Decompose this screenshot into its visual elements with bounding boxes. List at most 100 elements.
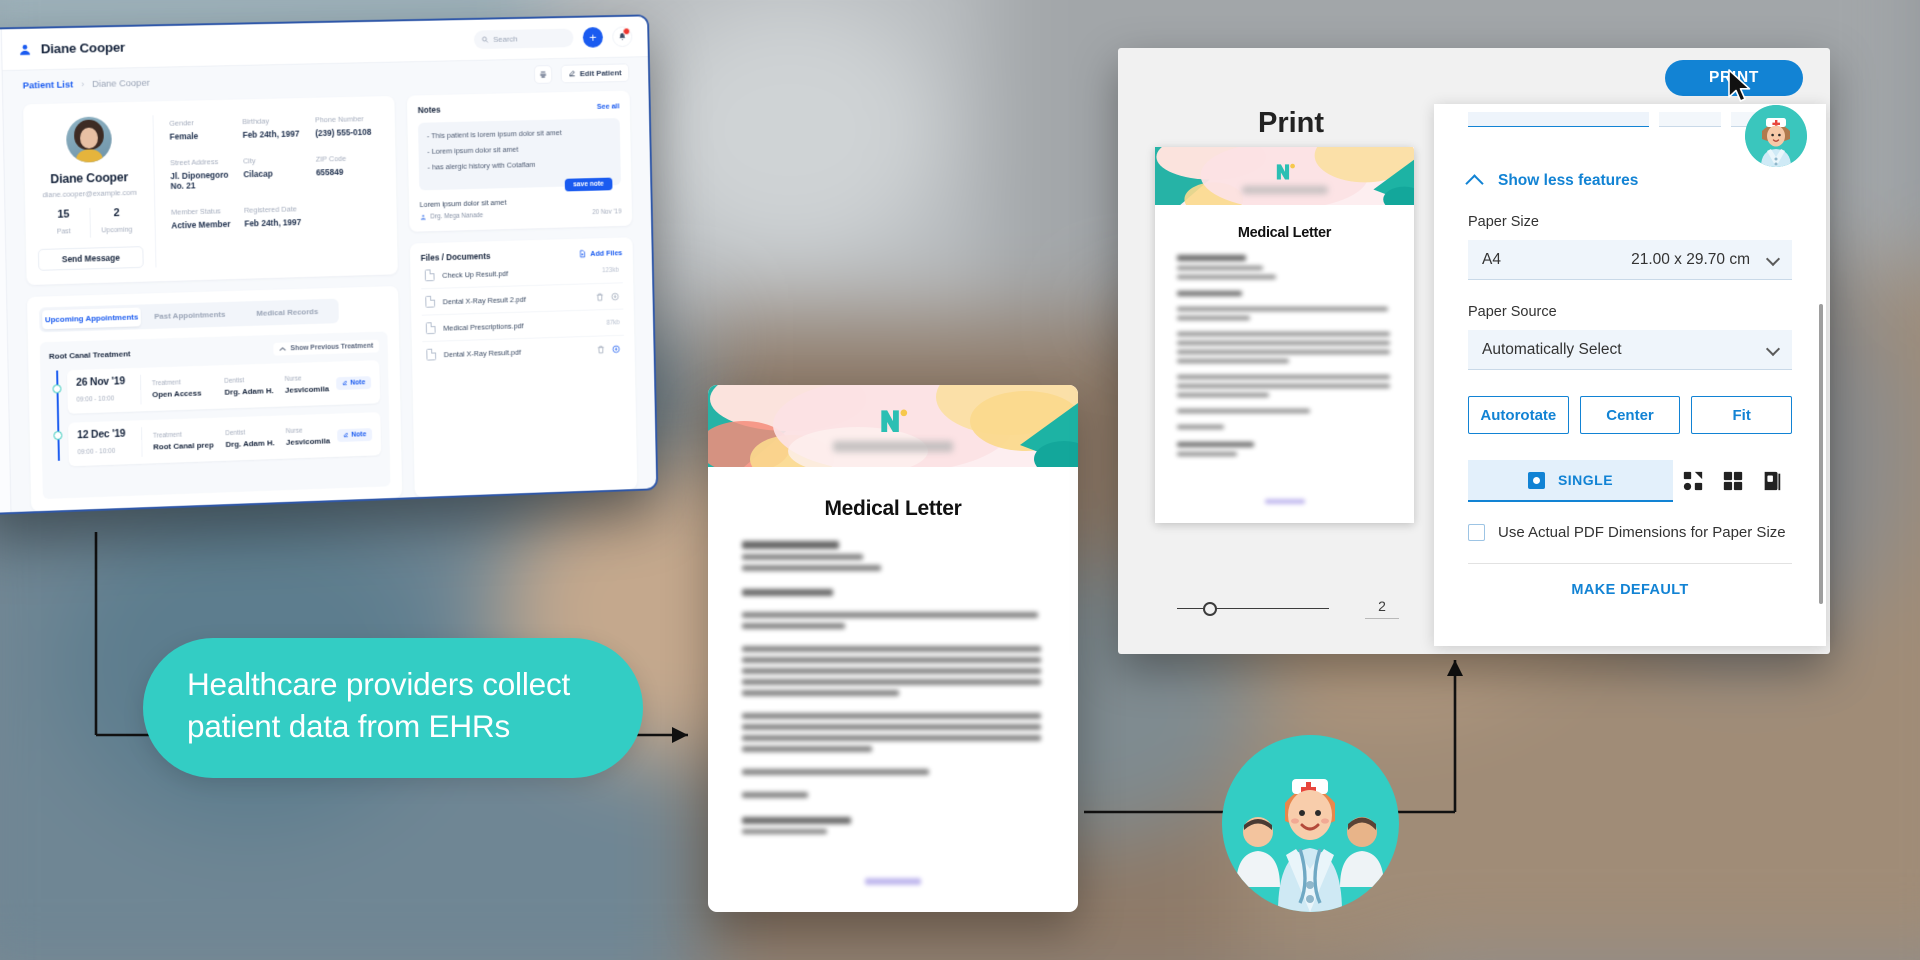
field-value: Cilacap bbox=[243, 168, 273, 180]
document-icon bbox=[426, 348, 437, 361]
appointment-note-button[interactable]: Note bbox=[335, 375, 372, 390]
search-input[interactable]: Search bbox=[473, 28, 574, 50]
field-value: Female bbox=[169, 131, 199, 142]
use-actual-pdf-dimensions-row[interactable]: Use Actual PDF Dimensions for Paper Size bbox=[1468, 524, 1792, 541]
page-number-field[interactable]: 2 bbox=[1365, 598, 1399, 619]
settings-scrollbar[interactable] bbox=[1819, 304, 1823, 604]
appointment-tabs[interactable]: Upcoming Appointments Past Appointments … bbox=[39, 298, 340, 333]
paper-size-label: Paper Size bbox=[1468, 214, 1539, 230]
paper-source-select[interactable]: Automatically Select bbox=[1468, 330, 1792, 370]
appointment-dentist-value: Drg. Adam H. bbox=[224, 385, 274, 397]
chevron-down-icon bbox=[1765, 251, 1781, 267]
field-label: City bbox=[242, 156, 256, 166]
ehr-dashboard-window[interactable]: Diane Cooper Search + Patient List › Dia… bbox=[0, 14, 659, 516]
zoom-slider-handle[interactable] bbox=[1203, 601, 1217, 616]
timeline-dot bbox=[52, 384, 62, 394]
brand-name-blurred bbox=[833, 441, 953, 452]
appointment-nurse-label: Nurse bbox=[285, 427, 303, 435]
tab-upcoming-appointments[interactable]: Upcoming Appointments bbox=[42, 307, 142, 330]
paper-size-select[interactable]: A4 21.00 x 29.70 cm bbox=[1468, 240, 1792, 280]
trash-icon[interactable] bbox=[597, 345, 606, 354]
settings-clipped-fields bbox=[1468, 104, 1792, 127]
field-value: Feb 24th, 1997 bbox=[242, 128, 300, 140]
mode-duplex-tab[interactable] bbox=[1752, 470, 1792, 492]
download-icon[interactable] bbox=[612, 344, 621, 353]
appointments-card: Upcoming Appointments Past Appointments … bbox=[26, 286, 403, 512]
appointment-row[interactable]: 26 Nov '19 09:00 - 10:00 Treatment Open … bbox=[66, 360, 381, 414]
mode-multiple-tab[interactable] bbox=[1713, 470, 1753, 492]
center-button[interactable]: Center bbox=[1579, 396, 1681, 434]
appointment-date: 12 Dec '19 bbox=[77, 427, 126, 442]
print-icon[interactable] bbox=[533, 64, 553, 84]
placement-buttons[interactable]: Autorotate Center Fit bbox=[1468, 396, 1793, 434]
use-actual-pdf-dimensions-checkbox[interactable] bbox=[1468, 524, 1485, 541]
notifications-button[interactable] bbox=[612, 26, 633, 48]
field-value: Feb 24th, 1997 bbox=[244, 217, 302, 229]
tab-medical-records[interactable]: Medical Records bbox=[239, 302, 337, 324]
clipped-field-2[interactable] bbox=[1659, 112, 1721, 127]
appointment-treatment-value: Open Access bbox=[152, 388, 202, 399]
print-settings-panel[interactable]: Show less features Paper Size A4 21.00 x… bbox=[1434, 104, 1826, 646]
show-less-features-button[interactable]: Show less features bbox=[1465, 172, 1792, 193]
show-less-label: Show less features bbox=[1498, 172, 1639, 189]
zoom-slider[interactable] bbox=[1177, 601, 1329, 617]
preview-footer-blurred bbox=[1155, 499, 1414, 509]
user-icon bbox=[20, 44, 31, 55]
multiple-icon bbox=[1723, 471, 1742, 491]
appointment-nurse: Nurse Jesvicomila bbox=[275, 426, 332, 447]
chevron-down-icon bbox=[1765, 341, 1781, 357]
note-icon bbox=[341, 380, 347, 386]
field-zip: ZIP Code 655849 bbox=[316, 153, 381, 187]
page-mode-tabs[interactable]: SINGLE bbox=[1468, 460, 1792, 502]
fit-button[interactable]: Fit bbox=[1691, 396, 1793, 434]
print-preview-page[interactable]: Medical Letter bbox=[1155, 147, 1414, 523]
medical-letter-document[interactable]: Medical Letter bbox=[708, 385, 1078, 912]
add-files-button[interactable]: Add Files bbox=[579, 248, 622, 258]
appointment-row[interactable]: 12 Dec '19 09:00 - 10:00 Treatment Root … bbox=[68, 412, 382, 467]
document-icon bbox=[425, 322, 436, 335]
edit-patient-button[interactable]: Edit Patient bbox=[560, 62, 630, 83]
notes-card: Notes See all - This patient is lorem ip… bbox=[406, 90, 633, 232]
appointment-note-button[interactable]: Note bbox=[336, 427, 373, 442]
clipped-field-1[interactable] bbox=[1468, 112, 1650, 127]
appointment-time: 09:00 - 10:00 bbox=[77, 447, 116, 457]
tab-past-appointments[interactable]: Past Appointments bbox=[141, 305, 239, 327]
use-actual-pdf-dimensions-label: Use Actual PDF Dimensions for Paper Size bbox=[1498, 524, 1786, 541]
mode-single-tab[interactable]: SINGLE bbox=[1468, 460, 1673, 502]
mode-booklet-tab[interactable] bbox=[1673, 470, 1713, 492]
appointment-dentist-label: Dentist bbox=[224, 376, 245, 385]
make-default-button[interactable]: MAKE DEFAULT bbox=[1468, 582, 1792, 598]
appointment-nurse-value: Jesvicomila bbox=[285, 435, 331, 447]
treatment-group: Root Canal Treatment Show Previous Treat… bbox=[39, 331, 391, 500]
trash-icon[interactable] bbox=[596, 292, 605, 301]
notes-see-all-link[interactable]: See all bbox=[597, 101, 620, 110]
field-label: Gender bbox=[169, 118, 194, 128]
file-name: Check Up Result.pdf bbox=[442, 268, 509, 280]
preview-controls[interactable]: 2 bbox=[1177, 598, 1399, 619]
field-label: Registered Date bbox=[243, 204, 297, 215]
field-label: Street Address bbox=[169, 157, 219, 168]
save-note-button[interactable]: save note bbox=[564, 177, 613, 192]
file-row[interactable]: Dental X-Ray Result.pdf bbox=[422, 336, 624, 368]
field-member-status: Member Status Active Member bbox=[171, 206, 237, 230]
add-button[interactable]: + bbox=[582, 26, 604, 48]
autorotate-button[interactable]: Autorotate bbox=[1468, 396, 1569, 434]
timeline-dot bbox=[53, 430, 63, 441]
stat-upcoming-value: 2 bbox=[113, 207, 120, 220]
breadcrumb-root[interactable]: Patient List bbox=[23, 79, 74, 91]
show-previous-treatment-button[interactable]: Show Previous Treatment bbox=[273, 339, 380, 356]
appointment-nurse-label: Nurse bbox=[284, 374, 302, 383]
edit-patient-label: Edit Patient bbox=[579, 67, 622, 78]
brand-logo-icon bbox=[881, 409, 908, 432]
download-icon[interactable] bbox=[611, 292, 620, 301]
notes-editor[interactable]: - This patient is lorem ipsum dolor sit … bbox=[418, 118, 621, 192]
letter-body bbox=[708, 521, 1078, 834]
send-message-button[interactable]: Send Message bbox=[37, 246, 144, 271]
stat-upcoming: 2 Upcoming bbox=[89, 206, 144, 238]
add-file-icon bbox=[579, 249, 587, 258]
booklet-icon bbox=[1683, 471, 1702, 491]
appointment-date: 26 Nov '19 bbox=[76, 375, 126, 389]
field-city: City Cilacap bbox=[243, 155, 308, 189]
search-icon bbox=[482, 36, 489, 43]
print-dialog-heading: Print bbox=[1258, 107, 1325, 139]
